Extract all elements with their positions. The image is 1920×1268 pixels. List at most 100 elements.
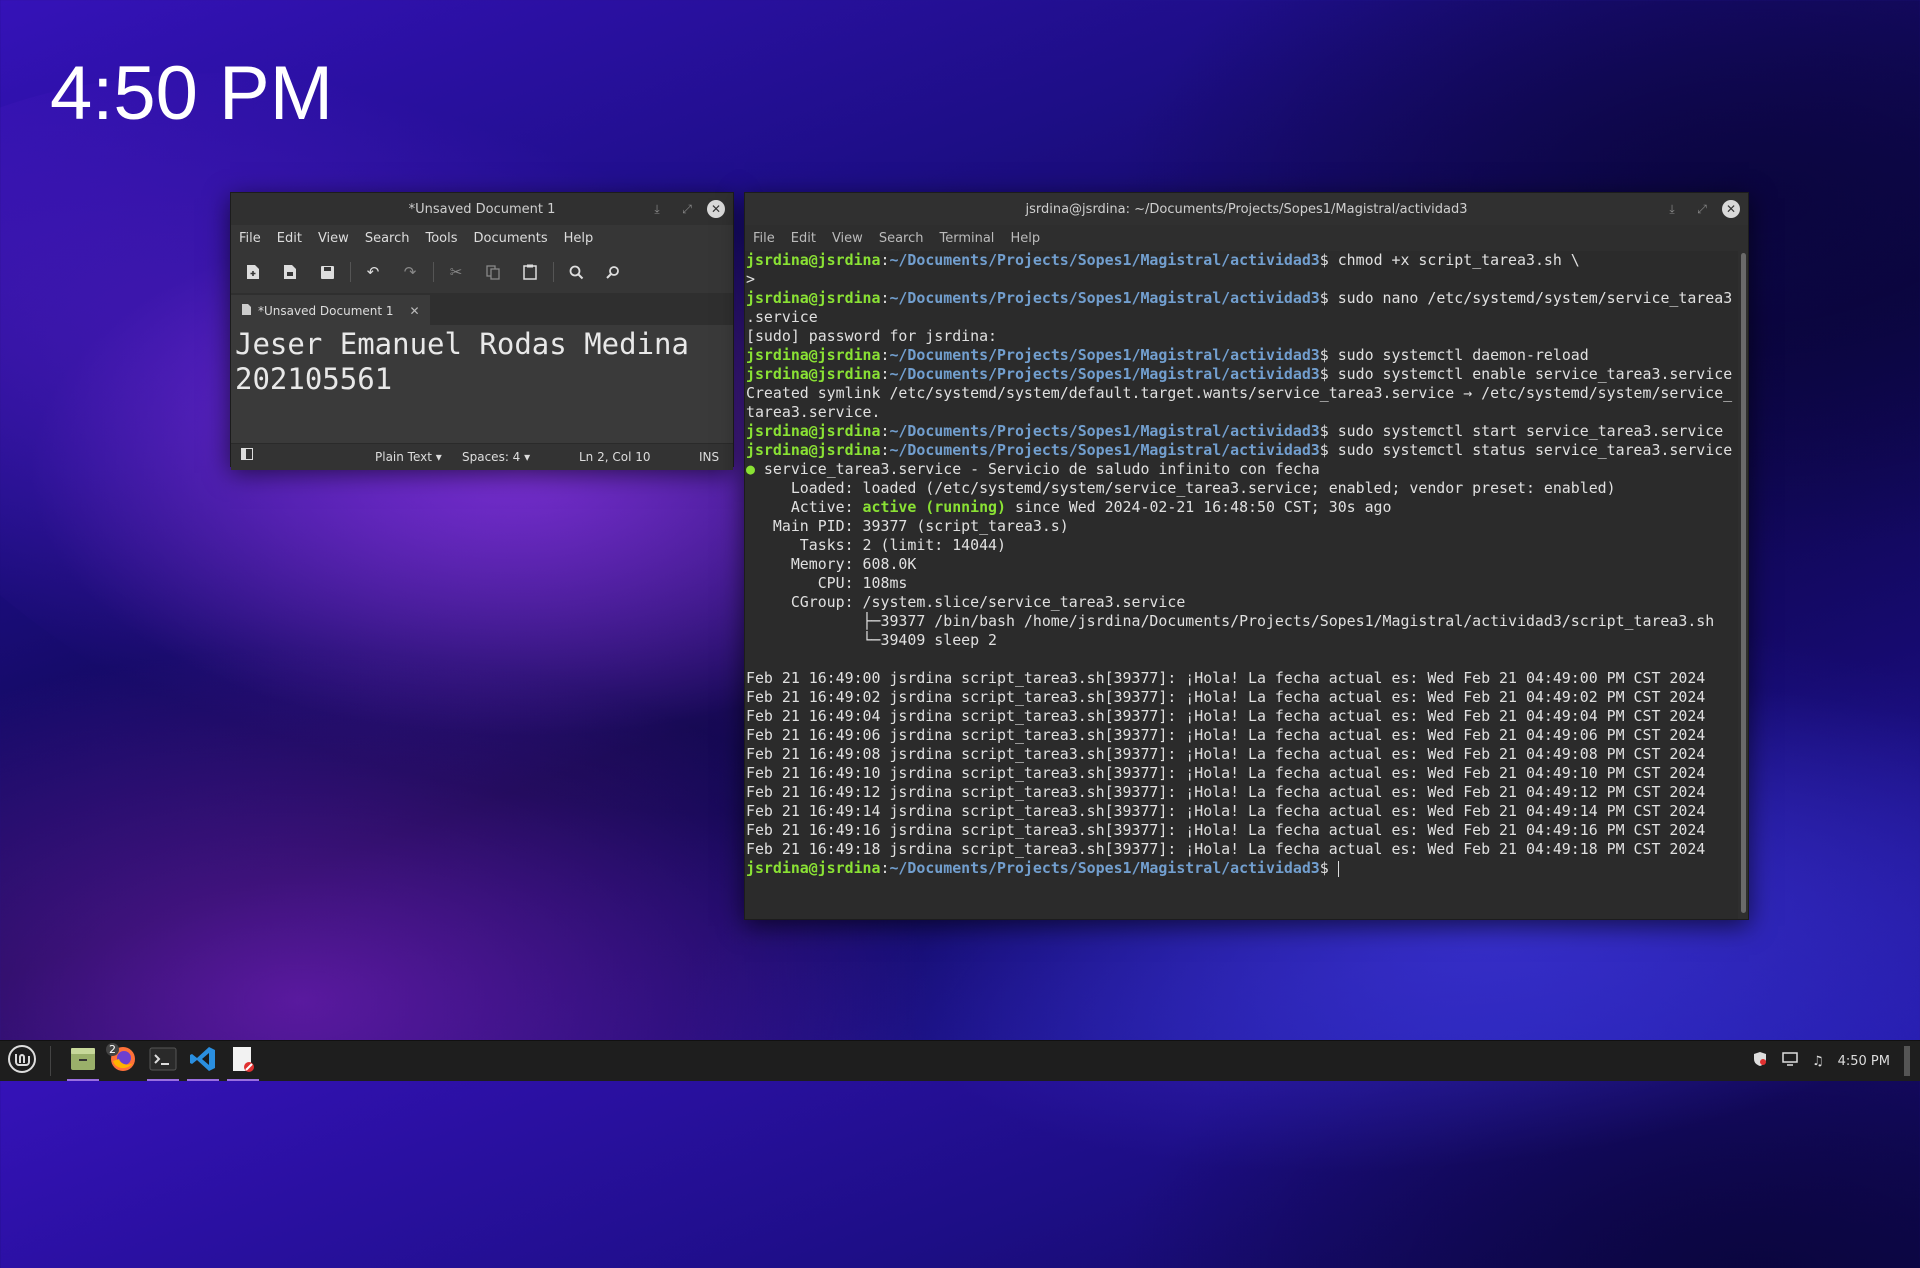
terminal-line: .service	[746, 308, 818, 326]
maximize-icon[interactable]: ⤢	[1692, 199, 1712, 219]
volume-icon[interactable]: ♫	[1812, 1054, 1824, 1069]
menu-search[interactable]: Search	[365, 229, 410, 248]
text-editor-icon	[230, 1045, 256, 1077]
tab-unsaved-document[interactable]: *Unsaved Document 1 ✕	[231, 295, 430, 325]
taskbar-vscode[interactable]	[183, 1041, 223, 1081]
mint-logo-icon	[7, 1044, 37, 1078]
terminal-line: jsrdina@jsrdina:~/Documents/Projects/Sop…	[746, 422, 1724, 440]
editor-tabstrip: *Unsaved Document 1 ✕	[231, 293, 733, 325]
terminal-titlebar[interactable]: jsrdina@jsrdina: ~/Documents/Projects/So…	[745, 193, 1748, 225]
editor-menubar: File Edit View Search Tools Documents He…	[231, 225, 733, 251]
terminal-line: ● service_tarea3.service - Servicio de s…	[746, 460, 1320, 478]
firefox-badge: 2	[106, 1043, 119, 1056]
tab-close-icon[interactable]: ✕	[410, 304, 420, 318]
menu-documents[interactable]: Documents	[474, 229, 548, 248]
side-panel-toggle-icon[interactable]	[241, 448, 253, 463]
copy-icon[interactable]	[479, 258, 507, 286]
editor-title: *Unsaved Document 1	[408, 201, 556, 217]
terminal-line: Feb 21 16:49:16 jsrdina script_tarea3.sh…	[746, 821, 1706, 839]
editor-line: Jeser Emanuel Rodas Medina	[235, 327, 689, 361]
redo-icon[interactable]: ↷	[396, 258, 424, 286]
language-label: Plain Text	[375, 450, 432, 464]
terminal-line: Tasks: 2 (limit: 14044)	[746, 536, 1006, 554]
system-tray: ♫ 4:50 PM	[1752, 1041, 1910, 1081]
maximize-icon[interactable]: ⤢	[677, 199, 697, 219]
terminal-line: Feb 21 16:49:12 jsrdina script_tarea3.sh…	[746, 783, 1706, 801]
menu-tools[interactable]: Tools	[425, 229, 457, 248]
new-document-icon[interactable]	[239, 258, 267, 286]
menu-file[interactable]: File	[239, 229, 261, 248]
taskbar-firefox[interactable]: 2	[103, 1041, 143, 1081]
network-icon[interactable]	[1782, 1052, 1798, 1070]
menu-edit[interactable]: Edit	[277, 229, 302, 248]
terminal-line: Active: active (running) since Wed 2024-…	[746, 498, 1392, 516]
terminal-cursor	[1337, 861, 1339, 877]
menu-button[interactable]	[0, 1041, 44, 1081]
insert-mode: INS	[699, 450, 720, 464]
terminal-line: Loaded: loaded (/etc/systemd/system/serv…	[746, 479, 1616, 497]
terminal-line: Feb 21 16:49:18 jsrdina script_tarea3.sh…	[746, 840, 1706, 858]
terminal-line: tarea3.service.	[746, 403, 881, 421]
terminal-line: CPU: 108ms	[746, 574, 908, 592]
terminal-line: jsrdina@jsrdina:~/Documents/Projects/Sop…	[746, 365, 1733, 383]
tab-label: *Unsaved Document 1	[258, 304, 394, 318]
minimize-icon[interactable]: ⤓	[647, 199, 667, 219]
status-dot-icon: ●	[746, 460, 755, 478]
close-icon[interactable]: ✕	[1722, 200, 1740, 218]
paste-icon[interactable]	[516, 258, 544, 286]
menu-search[interactable]: Search	[879, 229, 924, 248]
cut-icon[interactable]: ✂	[442, 258, 470, 286]
terminal-output[interactable]: jsrdina@jsrdina:~/Documents/Projects/Sop…	[745, 251, 1738, 919]
terminal-line: └─39409 sleep 2	[746, 631, 998, 649]
editor-toolbar: ↶ ↷ ✂	[231, 251, 733, 293]
terminal-menubar: File Edit View Search Terminal Help	[745, 225, 1748, 251]
terminal-window[interactable]: jsrdina@jsrdina: ~/Documents/Projects/So…	[744, 192, 1749, 920]
taskbar-files[interactable]	[63, 1041, 103, 1081]
close-icon[interactable]: ✕	[707, 200, 725, 218]
desktop-clock: 4:50 PM	[50, 51, 334, 136]
editor-line: 202105561	[235, 362, 393, 396]
editor-statusbar: Plain Text ▾ Spaces: 4 ▾ Ln 2, Col 10 IN…	[231, 443, 733, 470]
menu-view[interactable]: View	[832, 229, 863, 248]
vscode-icon	[189, 1045, 217, 1077]
editor-titlebar[interactable]: *Unsaved Document 1 ⤓ ⤢ ✕	[231, 193, 733, 225]
terminal-line: Created symlink /etc/systemd/system/defa…	[746, 384, 1733, 402]
spaces-label: Spaces: 4	[462, 450, 521, 464]
tray-clock[interactable]: 4:50 PM	[1838, 1054, 1890, 1069]
search-icon[interactable]	[562, 258, 590, 286]
editor-text-area[interactable]: Jeser Emanuel Rodas Medina 202105561	[231, 325, 733, 443]
replace-icon[interactable]	[599, 258, 627, 286]
shield-icon[interactable]	[1752, 1051, 1768, 1071]
terminal-line: jsrdina@jsrdina:~/Documents/Projects/Sop…	[746, 251, 1580, 269]
terminal-line: ├─39377 /bin/bash /home/jsrdina/Document…	[746, 612, 1715, 630]
terminal-line: Memory: 608.0K	[746, 555, 917, 573]
minimize-icon[interactable]: ⤓	[1662, 199, 1682, 219]
menu-help[interactable]: Help	[564, 229, 594, 248]
terminal-scrollbar[interactable]	[1741, 253, 1746, 913]
taskbar-terminal[interactable]	[143, 1041, 183, 1081]
terminal-line: jsrdina@jsrdina:~/Documents/Projects/Sop…	[746, 289, 1733, 307]
menu-help[interactable]: Help	[1010, 229, 1040, 248]
undo-icon[interactable]: ↶	[359, 258, 387, 286]
terminal-line: Main PID: 39377 (script_tarea3.s)	[746, 517, 1069, 535]
taskbar-text-editor[interactable]	[223, 1041, 263, 1081]
show-desktop-button[interactable]	[1904, 1046, 1910, 1076]
taskbar: 2 ♫ 4:50 PM	[0, 1040, 1920, 1081]
menu-view[interactable]: View	[318, 229, 349, 248]
terminal-line: Feb 21 16:49:04 jsrdina script_tarea3.sh…	[746, 707, 1706, 725]
open-document-icon[interactable]	[276, 258, 304, 286]
terminal-line: >	[746, 270, 755, 288]
document-icon	[241, 303, 252, 319]
terminal-line: [sudo] password for jsrdina:	[746, 327, 998, 345]
terminal-line: Feb 21 16:49:06 jsrdina script_tarea3.sh…	[746, 726, 1706, 744]
language-selector[interactable]: Plain Text ▾	[375, 450, 442, 464]
terminal-line: jsrdina@jsrdina:~/Documents/Projects/Sop…	[746, 346, 1589, 364]
save-icon[interactable]	[313, 258, 341, 286]
terminal-line: CGroup: /system.slice/service_tarea3.ser…	[746, 593, 1186, 611]
menu-file[interactable]: File	[753, 229, 775, 248]
menu-edit[interactable]: Edit	[791, 229, 816, 248]
menu-terminal[interactable]: Terminal	[939, 229, 994, 248]
spaces-selector[interactable]: Spaces: 4 ▾	[462, 450, 530, 464]
text-editor-window[interactable]: *Unsaved Document 1 ⤓ ⤢ ✕ File Edit View…	[230, 192, 734, 470]
